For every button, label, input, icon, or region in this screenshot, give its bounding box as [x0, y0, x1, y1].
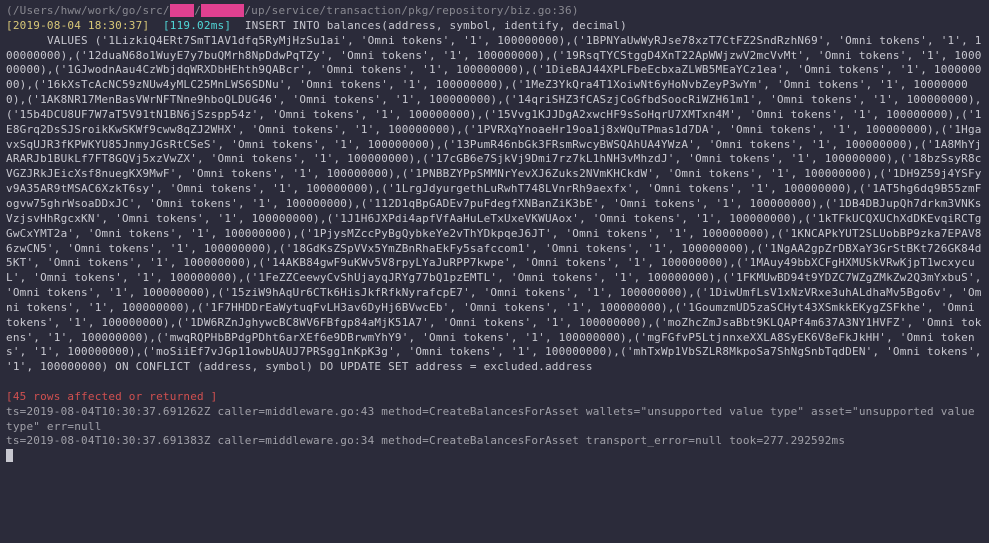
query-header-line: [2019-08-04 18:30:37] [119.02ms] INSERT … [6, 19, 983, 34]
log-line-2: ts=2019-08-04T10:30:37.691383Z caller=mi… [6, 434, 983, 449]
log-line-1: ts=2019-08-04T10:30:37.691262Z caller=mi… [6, 405, 983, 435]
masked-segment-1 [170, 4, 194, 17]
sql-insert-clause: INSERT INTO balances(address, symbol, id… [245, 19, 627, 32]
masked-segment-2 [201, 4, 244, 17]
path-end: /up/service/transaction/pkg/repository/b… [244, 4, 578, 17]
cursor [6, 449, 13, 462]
file-path-header: (/Users/hww/work/go/src/ / /up/service/t… [6, 4, 983, 19]
timing: [119.02ms] [163, 19, 231, 32]
timestamp: [2019-08-04 18:30:37] [6, 19, 149, 32]
cursor-line [6, 449, 983, 464]
rows-affected: [45 rows affected or returned ] [6, 390, 983, 405]
path-start: (/Users/hww/work/go/src/ [6, 4, 170, 17]
sql-values-body: VALUES ('1LizkiQ4ERt7SmT1AV1dfq5RyMjHzSu… [6, 34, 983, 375]
